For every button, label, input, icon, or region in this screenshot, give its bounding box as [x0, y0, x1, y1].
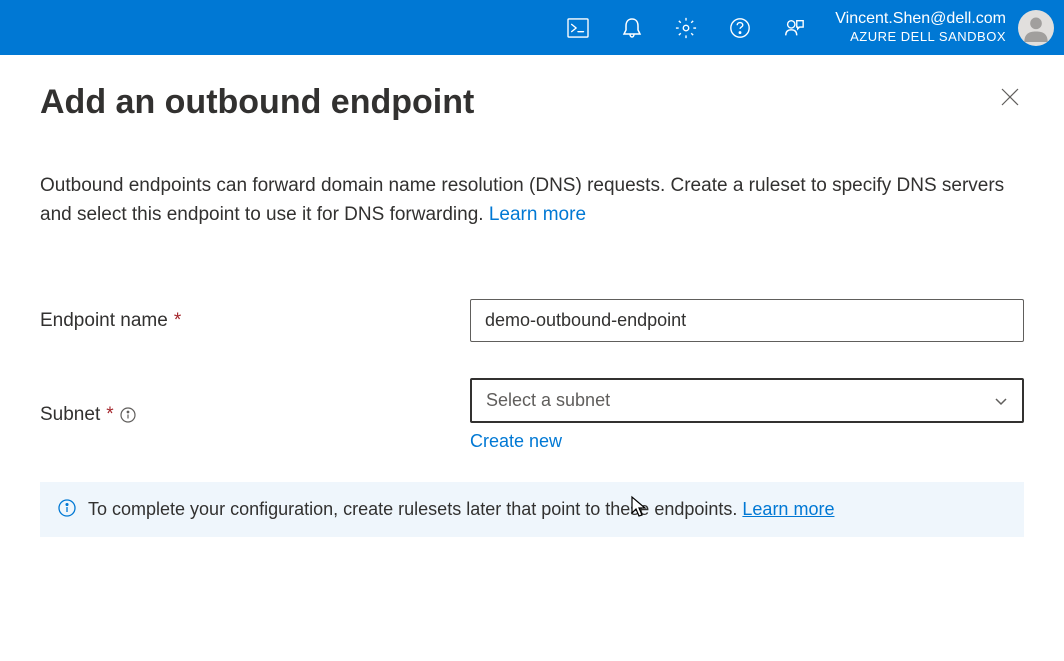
notifications-icon[interactable]: [621, 17, 643, 39]
info-banner-learn-more[interactable]: Learn more: [742, 499, 834, 519]
global-header: Vincent.Shen@dell.com AZURE DELL SANDBOX: [0, 0, 1064, 55]
subnet-select[interactable]: Select a subnet: [470, 378, 1024, 423]
required-indicator: *: [106, 404, 113, 426]
info-icon[interactable]: [120, 407, 136, 423]
subnet-input-area: Select a subnet Create new: [470, 378, 1024, 452]
user-text: Vincent.Shen@dell.com AZURE DELL SANDBOX: [835, 9, 1006, 47]
endpoint-name-row: Endpoint name *: [40, 299, 1024, 342]
settings-icon[interactable]: [675, 17, 697, 39]
close-icon: [1000, 87, 1020, 107]
cloud-shell-icon[interactable]: [567, 17, 589, 39]
header-icons: [567, 17, 805, 39]
avatar[interactable]: [1018, 10, 1054, 46]
description: Outbound endpoints can forward domain na…: [40, 172, 1024, 229]
required-indicator: *: [174, 310, 181, 332]
endpoint-name-input[interactable]: [470, 299, 1024, 342]
subnet-label: Subnet *: [40, 404, 470, 426]
subnet-placeholder: Select a subnet: [486, 390, 610, 411]
info-banner-icon: [58, 499, 76, 522]
page-title: Add an outbound endpoint: [40, 83, 474, 122]
endpoint-name-input-area: [470, 299, 1024, 342]
help-icon[interactable]: [729, 17, 751, 39]
title-row: Add an outbound endpoint: [40, 83, 1024, 122]
info-banner-text: To complete your configuration, create r…: [88, 496, 834, 523]
info-banner: To complete your configuration, create r…: [40, 482, 1024, 537]
learn-more-link[interactable]: Learn more: [489, 204, 586, 225]
user-tenant: AZURE DELL SANDBOX: [835, 29, 1006, 46]
endpoint-name-label: Endpoint name *: [40, 310, 470, 332]
chevron-down-icon: [994, 394, 1008, 408]
subnet-row: Subnet * Select a subnet Create new: [40, 378, 1024, 452]
subnet-label-text: Subnet: [40, 404, 100, 426]
user-email: Vincent.Shen@dell.com: [835, 9, 1006, 30]
info-banner-message: To complete your configuration, create r…: [88, 499, 737, 519]
user-account-section[interactable]: Vincent.Shen@dell.com AZURE DELL SANDBOX: [835, 9, 1054, 47]
endpoint-name-label-text: Endpoint name: [40, 310, 168, 332]
close-button[interactable]: [996, 83, 1024, 116]
create-new-link[interactable]: Create new: [470, 431, 562, 452]
main-content: Add an outbound endpoint Outbound endpoi…: [0, 55, 1064, 565]
feedback-icon[interactable]: [783, 17, 805, 39]
